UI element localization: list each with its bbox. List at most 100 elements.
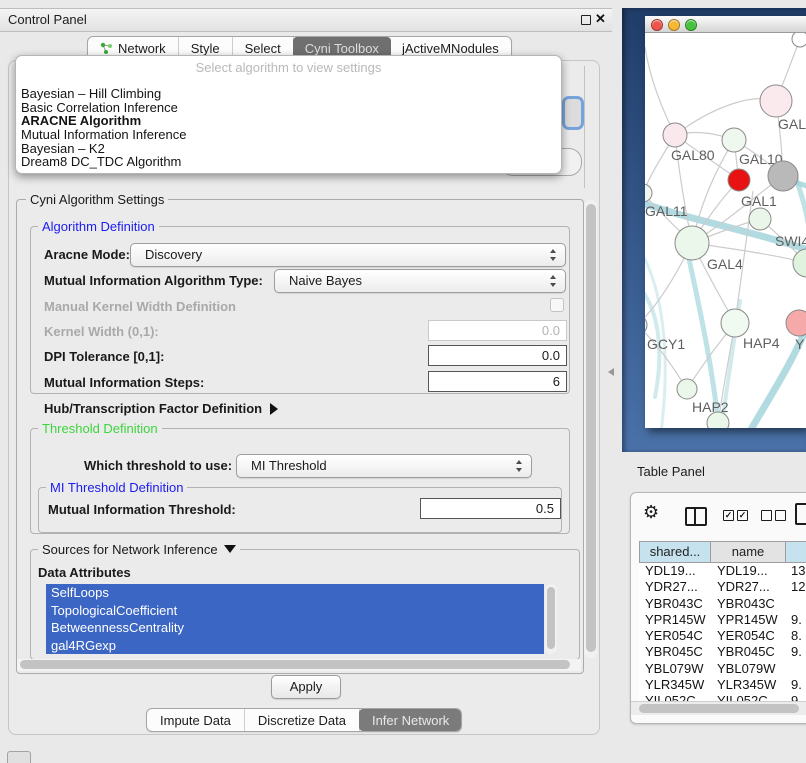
- attributes-scrollbar[interactable]: [545, 584, 557, 654]
- table-cell: YER054C: [711, 628, 786, 644]
- table-cell: YBL079W: [639, 661, 711, 677]
- algorithm-dropdown-list: Bayesian – Hill ClimbingBasic Correlatio…: [19, 87, 558, 169]
- sources-group-title[interactable]: Sources for Network Inference: [38, 542, 240, 557]
- table-row[interactable]: YDR27...YDR27...12: [639, 579, 806, 595]
- table-panel: ⚙ ✓ ✓ shared... name YDL19...YDL19...13Y…: [630, 492, 806, 724]
- settings-vscrollbar[interactable]: [584, 200, 597, 658]
- attribute-item-selected[interactable]: TopologicalCoefficient: [46, 602, 544, 620]
- hub-definition-expander[interactable]: Hub/Transcription Factor Definition: [44, 401, 278, 416]
- mi-steps-field[interactable]: 6: [428, 371, 567, 392]
- minimize-button[interactable]: [668, 19, 680, 31]
- attribute-item-selected[interactable]: BetweennessCentrality: [46, 619, 544, 637]
- table-cell: [786, 661, 806, 677]
- node-label: Y: [795, 336, 805, 352]
- node-label: HAP2: [692, 399, 729, 415]
- table-header: shared... name: [639, 541, 806, 563]
- tab-discretize-data[interactable]: Discretize Data: [245, 709, 360, 731]
- close-icon[interactable]: ✕: [595, 11, 606, 27]
- manual-kernel-label: Manual Kernel Width Definition: [44, 299, 236, 314]
- checked-box-icon[interactable]: ✓: [737, 510, 748, 521]
- column-header-name[interactable]: name: [711, 541, 786, 563]
- column-header-cut[interactable]: [786, 541, 806, 563]
- dropdown-item[interactable]: Bayesian – K2: [19, 142, 558, 156]
- unchecked-box-icon[interactable]: [775, 510, 786, 521]
- network-node[interactable]: [792, 33, 806, 47]
- settings-group-title: Cyni Algorithm Settings: [26, 192, 168, 207]
- table-hscrollbar[interactable]: [631, 701, 806, 715]
- settings-hscrollbar[interactable]: [17, 659, 581, 671]
- columns-icon[interactable]: [685, 507, 707, 526]
- network-edge[interactable]: [645, 47, 675, 135]
- node-label: GAL4: [707, 256, 743, 272]
- dpi-tolerance-label: DPI Tolerance [0,1]:: [44, 349, 164, 364]
- network-node[interactable]: [786, 310, 806, 336]
- table-row[interactable]: YLR345WYLR345W9.: [639, 677, 806, 693]
- dropdown-item[interactable]: Dream8 DC_TDC Algorithm: [19, 155, 558, 169]
- mi-type-select[interactable]: Naive Bayes: [274, 269, 566, 293]
- minimized-panel-icon[interactable]: [7, 751, 31, 763]
- table-row[interactable]: YDL19...YDL19...13: [639, 563, 806, 579]
- algorithm-dropdown: Select algorithm to view settings Bayesi…: [15, 55, 562, 174]
- network-canvas[interactable]: GALGAL80GAL10GAL11GAL1SWI4GAL4GCY1HAP4YH…: [645, 33, 806, 428]
- which-threshold-select[interactable]: MI Threshold: [236, 454, 532, 478]
- attribute-item-selected[interactable]: SelfLoops: [46, 584, 544, 602]
- table-row[interactable]: YER054CYER054C8.: [639, 628, 806, 644]
- network-node[interactable]: [677, 379, 697, 399]
- dpi-tolerance-field[interactable]: 0.0: [428, 345, 567, 366]
- table-cell: YPR145W: [711, 612, 786, 628]
- network-node[interactable]: [722, 128, 746, 152]
- network-node[interactable]: [663, 123, 687, 147]
- aracne-mode-select[interactable]: Discovery: [130, 243, 566, 267]
- attribute-item-selected[interactable]: gal4RGexp: [46, 637, 544, 655]
- table-cell: YDL19...: [639, 563, 711, 579]
- gear-icon[interactable]: ⚙: [643, 502, 659, 523]
- network-node[interactable]: [728, 169, 750, 191]
- network-node[interactable]: [760, 85, 792, 117]
- checked-box-icon[interactable]: ✓: [723, 510, 734, 521]
- manual-kernel-checkbox[interactable]: [550, 298, 564, 312]
- table-cell: YBR043C: [639, 596, 711, 612]
- tab-infer-network[interactable]: Infer Network: [359, 709, 462, 731]
- node-label: GCY1: [647, 336, 685, 352]
- network-node[interactable]: [645, 184, 652, 202]
- table-row[interactable]: YBR045CYBR045C9.: [639, 644, 806, 660]
- table-row[interactable]: YBL079WYBL079W: [639, 661, 806, 677]
- apply-button[interactable]: Apply: [271, 675, 341, 699]
- network-node[interactable]: [768, 161, 798, 191]
- data-attributes-list[interactable]: SelfLoopsTopologicalCoefficientBetweenne…: [46, 584, 544, 654]
- table-cell: 9: [786, 693, 806, 701]
- dropdown-item[interactable]: Basic Correlation Inference: [19, 101, 558, 115]
- table-row[interactable]: YIL052CYIL052C9: [639, 693, 806, 701]
- document-icon[interactable]: [795, 503, 806, 525]
- dropdown-item[interactable]: ARACNE Algorithm: [19, 114, 558, 128]
- float-window-icon[interactable]: [581, 15, 591, 25]
- node-label: SWI4: [775, 233, 806, 249]
- mi-steps-label: Mutual Information Steps:: [44, 375, 204, 390]
- dropdown-item[interactable]: Bayesian – Hill Climbing: [19, 87, 558, 101]
- network-node[interactable]: [721, 309, 749, 337]
- node-label: GAL1: [741, 193, 777, 209]
- node-label: GAL80: [671, 147, 715, 163]
- unchecked-box-icon[interactable]: [761, 510, 772, 521]
- tab-impute-data[interactable]: Impute Data: [147, 709, 245, 731]
- table-cell: 9.: [786, 677, 806, 693]
- network-node[interactable]: [749, 208, 771, 230]
- table-cell: YDL19...: [711, 563, 786, 579]
- network-node[interactable]: [793, 249, 806, 277]
- table-cell: 9.: [786, 612, 806, 628]
- network-node[interactable]: [675, 226, 709, 260]
- kernel-width-field[interactable]: 0.0: [428, 320, 567, 341]
- table-cell: YBR045C: [711, 644, 786, 660]
- table-row[interactable]: YPR145WYPR145W9.: [639, 612, 806, 628]
- table-cell: YBR043C: [711, 596, 786, 612]
- close-button[interactable]: [651, 19, 663, 31]
- zoom-button[interactable]: [685, 19, 697, 31]
- dropdown-item[interactable]: Mutual Information Inference: [19, 128, 558, 142]
- network-node[interactable]: [645, 315, 647, 335]
- mi-threshold-field[interactable]: 0.5: [420, 498, 561, 519]
- column-header-shared-name[interactable]: shared...: [639, 541, 711, 563]
- split-pane-handle[interactable]: [608, 368, 614, 376]
- algorithm-definition-title: Algorithm Definition: [38, 219, 159, 234]
- table-row[interactable]: YBR043CYBR043C: [639, 596, 806, 612]
- mi-type-label: Mutual Information Algorithm Type:: [44, 273, 263, 288]
